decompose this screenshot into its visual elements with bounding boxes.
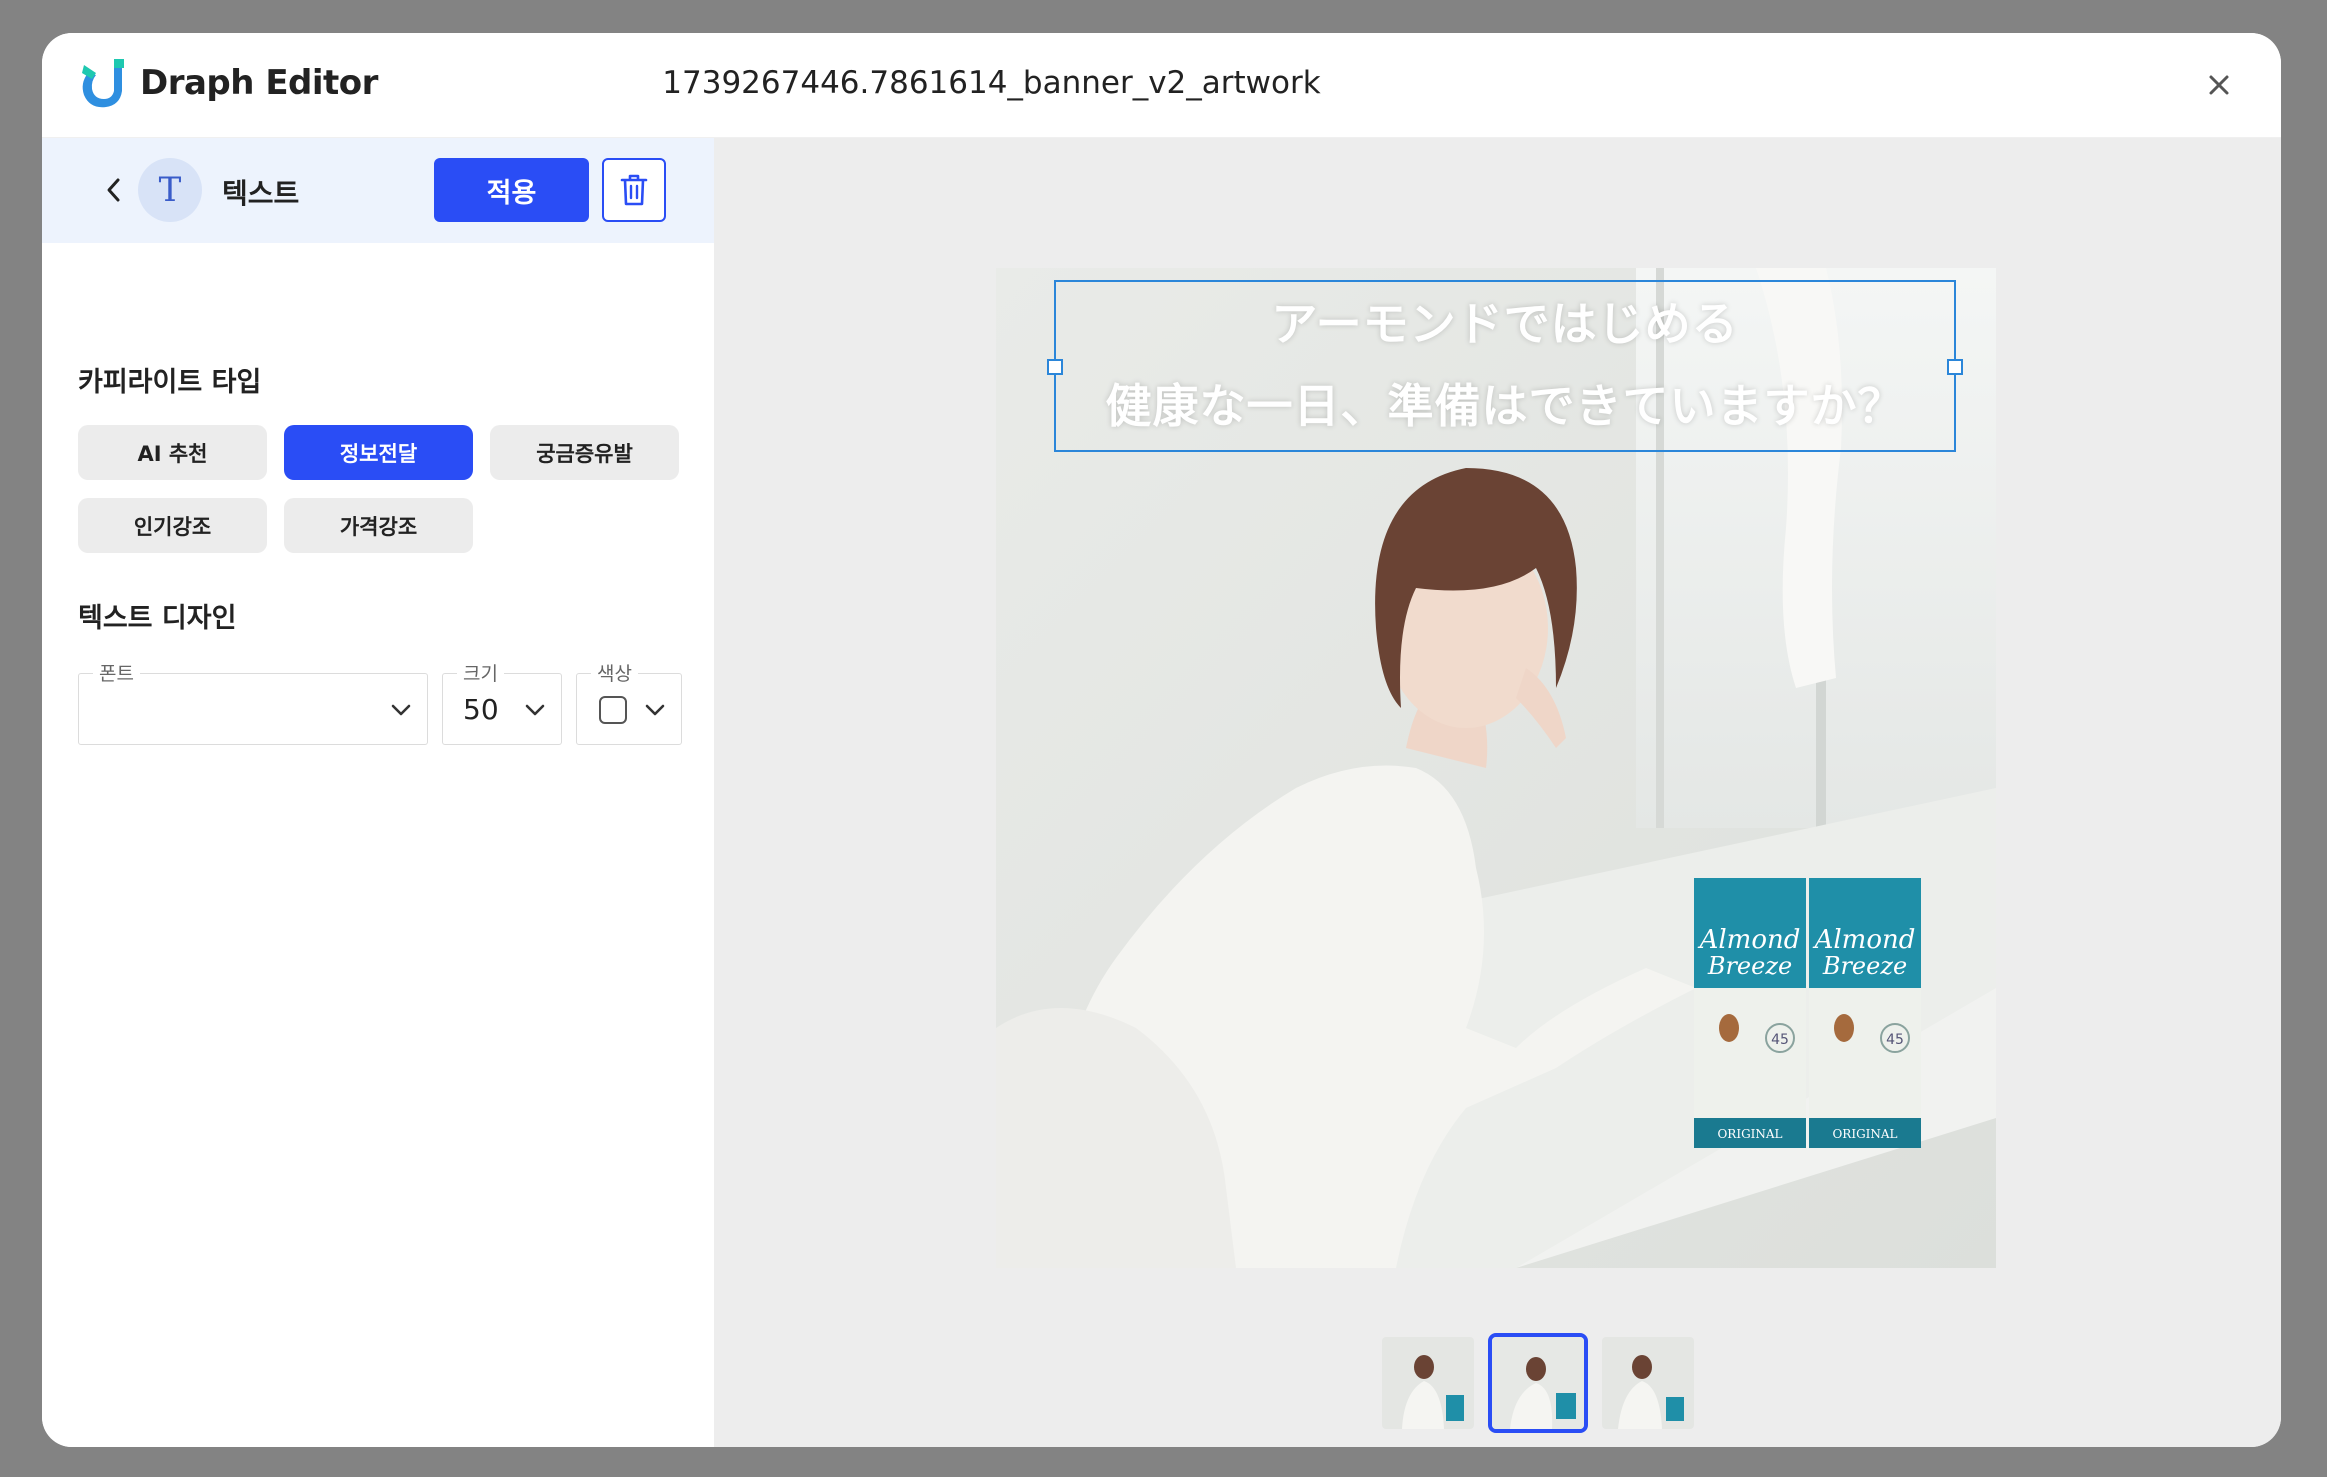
svg-text:Almond: Almond [1698,925,1801,955]
chevron-down-icon [525,704,545,716]
size-select[interactable]: 크기 50 [442,659,562,745]
copy-type-title: 카피라이트 타입 [78,367,262,398]
font-select[interactable]: 폰트 [78,659,428,745]
thumbnail-3[interactable] [1598,1333,1698,1433]
thumbnail-strip [714,1333,2281,1433]
header: Draph Editor 1739267446.7861614_banner_v… [42,33,2281,138]
document-title: 1739267446.7861614_banner_v2_artwork [662,65,1321,101]
tool-toolbar: T 텍스트 적용 [42,138,714,243]
svg-text:Breeze: Breeze [1707,952,1792,980]
thumbnail-image [1382,1337,1474,1429]
delete-button[interactable] [602,158,666,222]
svg-text:45: 45 [1771,1032,1789,1048]
color-swatch [599,696,627,724]
canvas-area: Almond Breeze Almond Breeze 45 45 ORIGIN… [714,138,2281,1447]
size-label: 크기 [457,659,504,686]
properties-panel: T 텍스트 적용 카피라이트 타입 AI 추천 정보전달 궁금증유발 인기강조 … [42,138,714,1447]
copy-type-curiosity[interactable]: 궁금증유발 [490,425,679,480]
resize-handle-left[interactable] [1047,359,1063,375]
resize-handle-right[interactable] [1947,359,1963,375]
size-value: 50 [463,693,499,726]
close-button[interactable] [2199,65,2239,105]
color-select[interactable]: 색상 [576,659,682,745]
copy-type-information[interactable]: 정보전달 [284,425,473,480]
copy-type-popularity[interactable]: 인기강조 [78,498,267,553]
editor-modal: Draph Editor 1739267446.7861614_banner_v… [42,33,2281,1447]
copy-type-price[interactable]: 가격강조 [284,498,473,553]
svg-text:Almond: Almond [1813,925,1916,955]
thumbnail-image [1602,1337,1694,1429]
text-tool-icon: T [138,158,202,222]
thumbnail-image [1492,1337,1584,1429]
apply-button[interactable]: 적용 [434,158,589,222]
svg-text:ORIGINAL: ORIGINAL [1717,1127,1782,1141]
tool-label: 텍스트 [222,177,300,210]
chevron-left-icon [107,178,120,202]
trash-icon [620,174,648,206]
svg-text:Breeze: Breeze [1822,952,1907,980]
banner-canvas[interactable]: Almond Breeze Almond Breeze 45 45 ORIGIN… [996,268,1996,1268]
copy-type-ai-recommend[interactable]: AI 추천 [78,425,267,480]
thumbnail-2[interactable] [1488,1333,1588,1433]
svg-text:45: 45 [1886,1032,1904,1048]
font-label: 폰트 [93,659,140,686]
color-label: 색상 [591,659,638,686]
text-design-title: 텍스트 디자인 [78,603,237,634]
close-icon [2209,75,2229,95]
svg-text:ORIGINAL: ORIGINAL [1832,1127,1897,1141]
copy-text-box[interactable]: アーモンドではじめる 健康な一日、準備はできていますか？ [1047,280,1963,452]
copy-line-1: アーモンドではじめる [1271,297,1739,351]
thumbnail-1[interactable] [1378,1333,1478,1433]
back-button[interactable] [94,170,134,210]
chevron-down-icon [391,704,411,716]
copy-line-2: 健康な一日、準備はできていますか？ [1105,379,1905,433]
chevron-down-icon [645,704,665,716]
